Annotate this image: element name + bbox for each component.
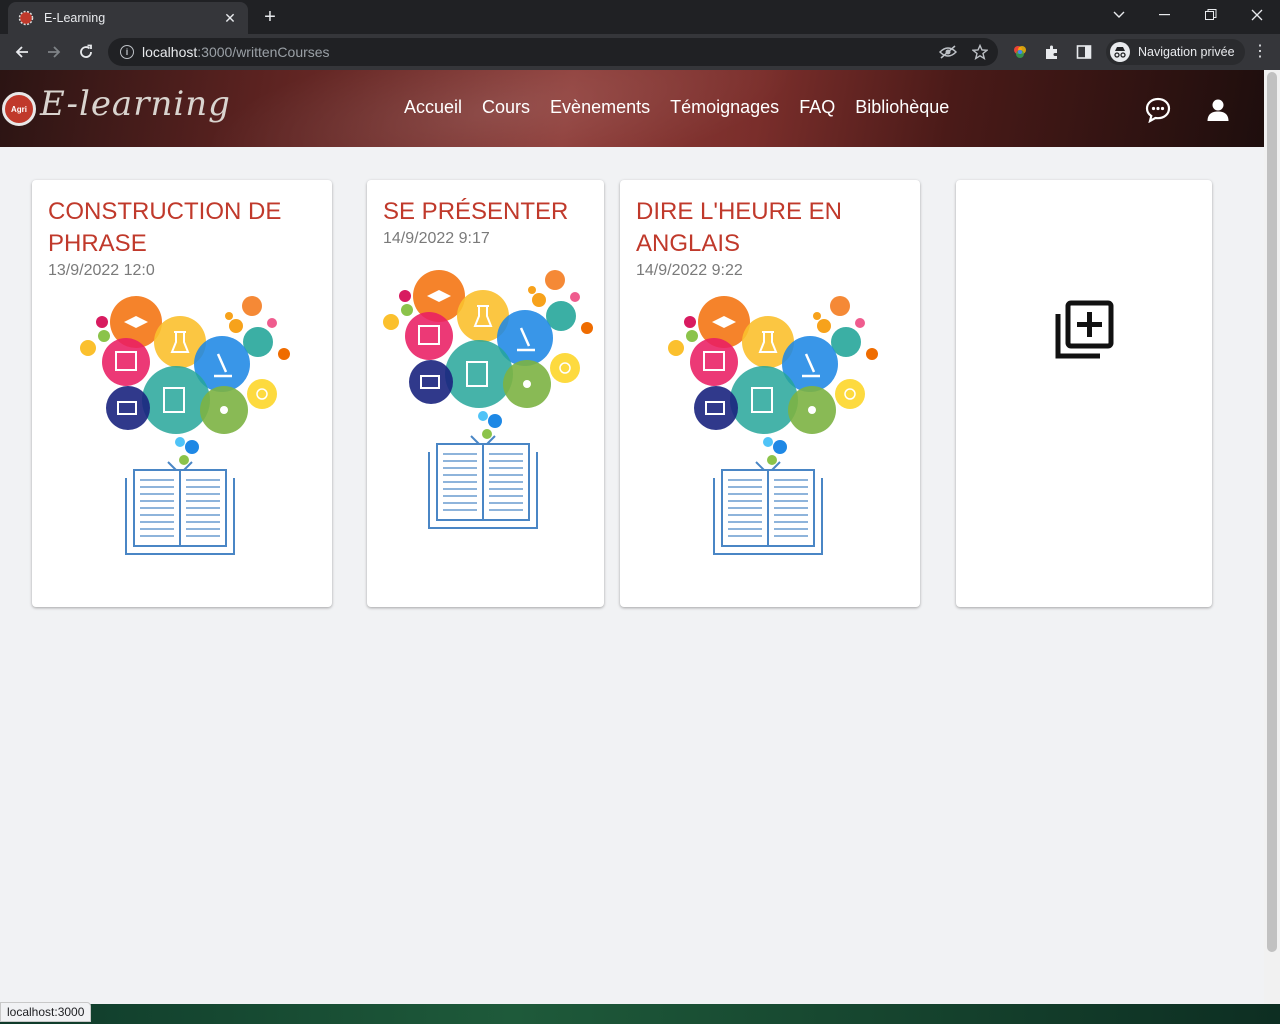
nav-link-faq[interactable]: FAQ [799,97,835,118]
extensions-puzzle-icon[interactable] [1042,42,1062,62]
page-scrollbar[interactable] [1264,70,1280,1004]
tab-title: E-Learning [44,11,106,25]
nav-link-bibliotheque[interactable]: Bibliohèque [855,97,949,118]
logo-text[interactable]: E-learning [40,84,231,124]
add-course-card[interactable] [956,180,1212,607]
incognito-icon [1110,42,1130,62]
close-window-button[interactable] [1234,0,1280,30]
course-card[interactable]: CONSTRUCTION DE PHRASE 13/9/2022 12:0 [32,180,332,607]
footer-strip [0,1004,1280,1024]
course-title[interactable]: SE PRÉSENTER [383,196,588,228]
eye-off-icon[interactable] [938,42,958,62]
tab-close-icon[interactable]: ✕ [222,10,238,27]
browser-tab-strip: E-Learning ✕ + [0,0,1280,34]
course-date: 13/9/2022 12:0 [48,262,155,279]
browser-toolbar: i localhost:3000/writtenCourses Navigati… [0,34,1280,70]
chat-icon[interactable] [1144,96,1172,124]
url-host: localhost [142,44,198,60]
education-illustration-icon [666,294,878,556]
incognito-badge[interactable]: Navigation privée [1106,39,1245,65]
reload-icon[interactable] [74,40,98,64]
status-bubble: localhost:3000 [0,1002,92,1022]
forward-arrow-icon[interactable] [42,40,66,64]
course-date: 14/9/2022 9:17 [383,230,490,247]
course-card[interactable]: SE PRÉSENTER 14/9/2022 9:17 [367,180,604,607]
bookmark-star-icon[interactable] [970,42,990,62]
education-illustration-icon [381,268,593,530]
side-panel-icon[interactable] [1074,42,1094,62]
url-path: :3000/writtenCourses [197,44,330,60]
logo-badge-icon[interactable]: Agri [2,92,36,126]
course-title[interactable]: CONSTRUCTION DE PHRASE [48,196,316,260]
tab-search-icon[interactable] [1096,0,1142,30]
incognito-label: Navigation privée [1138,45,1235,59]
browser-menu-icon[interactable]: ⋮ [1250,42,1270,62]
course-card[interactable]: DIRE L'HEURE EN ANGLAIS 14/9/2022 9:22 [620,180,920,607]
nav-link-temoignages[interactable]: Témoignages [670,97,779,118]
nav-link-accueil[interactable]: Accueil [404,97,462,118]
address-bar[interactable]: i localhost:3000/writtenCourses [108,38,998,66]
course-date: 14/9/2022 9:22 [636,262,743,279]
minimize-button[interactable] [1142,0,1188,30]
nav-link-evenements[interactable]: Evènements [550,97,650,118]
main-nav: Accueil Cours Evènements Témoignages FAQ… [404,97,969,118]
site-info-icon[interactable]: i [120,45,134,59]
user-account-icon[interactable] [1204,96,1232,124]
app-header: Agri E-learning Accueil Cours Evènements… [0,70,1264,147]
site-favicon-icon [18,10,34,26]
back-arrow-icon[interactable] [10,40,34,64]
add-library-icon[interactable] [1054,300,1114,360]
new-tab-button[interactable]: + [258,6,282,30]
course-title[interactable]: DIRE L'HEURE EN ANGLAIS [636,196,904,260]
extension-colorful-icon[interactable] [1010,42,1030,62]
restore-button[interactable] [1188,0,1234,30]
nav-link-cours[interactable]: Cours [482,97,530,118]
browser-tab[interactable]: E-Learning ✕ [8,2,248,34]
education-illustration-icon [78,294,290,556]
